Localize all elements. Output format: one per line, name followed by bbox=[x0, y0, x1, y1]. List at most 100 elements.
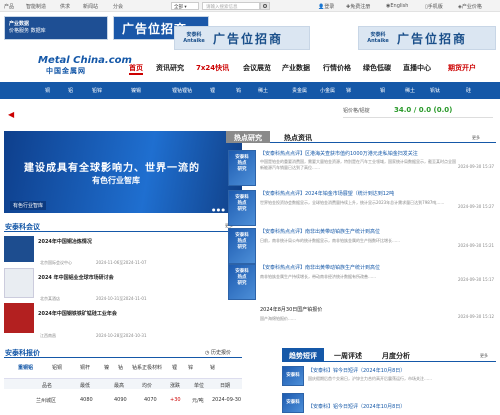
ad1-brand: 产业数据 bbox=[9, 21, 30, 27]
news-more-link[interactable]: 更多 bbox=[472, 135, 480, 141]
metal-subnav: 铜 铝 铅锌 镍锡 锂钴锂钴 锂 钨 稀土 贵金属 小金属 锑 钼 稀土 钒钛 … bbox=[0, 82, 500, 99]
ad-banner-3[interactable]: 安泰科 Antaike 广告位招商 bbox=[358, 26, 496, 50]
news-title[interactable]: 【安泰科热点点评】区港海关查获市值约1000万港元走私铂金扫发关注 bbox=[260, 150, 418, 157]
nav-live[interactable]: 直播中心 bbox=[403, 63, 431, 73]
news-desc: 世界铂金投资协会数据显示，全球铂金消费量持续上升，统计显示2023年总计需求量已… bbox=[260, 200, 445, 205]
banner-line1: 建设成具有全球影响力、世界一流的 bbox=[24, 163, 200, 174]
ad-banner-2[interactable]: 安泰科 Antaike 广告位招商 bbox=[174, 26, 310, 50]
meeting-thumb-1[interactable] bbox=[4, 236, 34, 262]
search-scope-select[interactable]: 全部 ▾ bbox=[171, 2, 199, 10]
search-input[interactable]: 请输入搜索信息 bbox=[202, 2, 260, 10]
search-icon bbox=[263, 4, 267, 8]
report-col-max: 最高 bbox=[114, 383, 125, 389]
meeting-title-3[interactable]: 2024年中国钢铁铁矿锰硅工业年会 bbox=[38, 310, 117, 317]
subnav-item[interactable]: 稀土 bbox=[258, 87, 268, 94]
tab-hot-research[interactable]: 热点研究 bbox=[226, 131, 270, 143]
subnav-item[interactable]: 锂 bbox=[210, 87, 215, 94]
subnav-item[interactable]: 钼 bbox=[380, 87, 385, 94]
subnav-item[interactable]: 锂钴锂钴 bbox=[172, 87, 192, 94]
subnav-item[interactable]: 锑 bbox=[346, 87, 351, 94]
tab-hot-news[interactable]: 热点资讯 bbox=[284, 133, 312, 143]
trend-title[interactable]: 【安泰科】铝今日短评（2024年10月8日） bbox=[308, 403, 405, 410]
tab-trend-short[interactable]: 趋势短评 bbox=[282, 348, 324, 362]
news-desc: 日前，南非统计局公布的统计数据显示，南非铂族金属的生产指数环比增长…… bbox=[260, 238, 400, 243]
trend-thumb[interactable]: 安泰科 bbox=[282, 393, 304, 413]
hero-banner[interactable]: 建设成具有全球影响力、世界一流的 有色行业智库 有色行业智库 ● ● ● bbox=[4, 131, 242, 213]
english-link[interactable]: ◉English bbox=[386, 3, 408, 9]
report-tab[interactable]: 锌 bbox=[188, 364, 193, 371]
meeting-date-2: 2024-10-31至2024-11-01 bbox=[96, 296, 147, 301]
report-col-avg: 均价 bbox=[142, 383, 153, 389]
meeting-title-1[interactable]: 2024年中国铜冶炼情况 bbox=[38, 238, 92, 245]
report-tab[interactable]: 锂 bbox=[172, 364, 177, 371]
news-date: 2024-09-30 15:17 bbox=[458, 277, 495, 282]
topbar-link-supply[interactable]: 供求 bbox=[60, 3, 70, 10]
report-col-change: 涨跌 bbox=[170, 383, 181, 389]
login-link[interactable]: 👤登录 bbox=[318, 3, 334, 10]
nav-futures[interactable]: 期货开户 bbox=[448, 63, 476, 73]
topbar-link-branch[interactable]: 分会 bbox=[113, 3, 123, 10]
news-title[interactable]: 2024年8月30日国产铂报价 bbox=[260, 306, 322, 313]
news-thumb[interactable]: 安泰科 热点 研究 bbox=[228, 190, 256, 226]
news-date: 2024-09-30 15:21 bbox=[458, 243, 495, 248]
report-tab[interactable]: 铜杆 bbox=[80, 364, 90, 371]
report-cell-date: 2024-09-30 bbox=[212, 397, 242, 403]
nav-prices[interactable]: 行情价格 bbox=[323, 63, 351, 73]
industry-price-link[interactable]: ◈产业价格 bbox=[458, 3, 482, 10]
subnav-item[interactable]: 稀土 bbox=[405, 87, 415, 94]
nav-flash[interactable]: 7x24快讯 bbox=[196, 63, 229, 73]
news-thumb[interactable]: 安泰科 热点 研究 bbox=[228, 150, 256, 186]
news-title[interactable]: 【安泰科热点点评】2024年铂金市场展望（统计到达到12吨 bbox=[260, 190, 394, 197]
news-desc: 中国是铂金的重要消费国，需要大量铂金资源，特别是在汽车工业领域，国家统计局数据显… bbox=[260, 159, 456, 170]
nav-research[interactable]: 资讯研究 bbox=[156, 63, 184, 73]
table-row[interactable]: 兰州城区 4080 4090 4070 +30 元/吨 2024-09-30 bbox=[4, 394, 242, 406]
report-col-date: 日期 bbox=[220, 383, 231, 389]
trend-more-link[interactable]: 更多 bbox=[480, 353, 488, 359]
subnav-item[interactable]: 铜 bbox=[45, 87, 50, 94]
subnav-item[interactable]: 镍锡 bbox=[131, 87, 141, 94]
subnav-item[interactable]: 硅 bbox=[466, 87, 471, 94]
topbar-link-products[interactable]: 产品 bbox=[4, 3, 14, 10]
history-report-link[interactable]: ◷ 历史报价 bbox=[205, 349, 231, 356]
news-thumb[interactable]: 安泰科 热点 研究 bbox=[228, 264, 256, 300]
search-button[interactable] bbox=[260, 2, 270, 10]
subnav-item[interactable]: 贵金属 bbox=[292, 87, 307, 94]
site-logo[interactable]: Metal China.com 中国金属网 bbox=[38, 55, 132, 76]
topbar-link-smart-manufacturing[interactable]: 智能制造 bbox=[26, 3, 46, 10]
news-title[interactable]: 【安泰科热点点评】南非出黄带动铂族生产统计到高位 bbox=[260, 264, 380, 271]
trend-title[interactable]: 【安泰科】锌今日短评（2024年10月8日） bbox=[308, 367, 405, 374]
banner-dots[interactable]: ● ● ● bbox=[212, 207, 225, 212]
subnav-item[interactable]: 铝 bbox=[68, 87, 73, 94]
report-tab[interactable]: 钴系正极材料 bbox=[132, 364, 162, 371]
report-tab[interactable]: 重铜铝 bbox=[18, 364, 33, 371]
topbar-link-news[interactable]: 新闻站 bbox=[83, 3, 98, 10]
report-tab[interactable]: 铝铜 bbox=[52, 364, 62, 371]
report-cell-change: +30 bbox=[170, 397, 181, 403]
nav-conference[interactable]: 会议展览 bbox=[243, 63, 271, 73]
ad-banner-data[interactable]: 产业数据 价格服务 数据库 bbox=[4, 16, 108, 40]
subnav-item[interactable]: 铅锌 bbox=[92, 87, 102, 94]
nav-green[interactable]: 绿色低碳 bbox=[363, 63, 391, 73]
news-thumb[interactable]: 安泰科 热点 研究 bbox=[228, 228, 256, 264]
subnav-item[interactable]: 钒钛 bbox=[430, 87, 440, 94]
nav-home[interactable]: 首页 bbox=[129, 63, 143, 75]
subnav-item[interactable]: 钨 bbox=[236, 87, 241, 94]
ad3-text: 广告位招商 bbox=[397, 31, 468, 46]
nav-industry-data[interactable]: 产业数据 bbox=[282, 63, 310, 73]
register-link[interactable]: ✚免费注册 bbox=[346, 3, 370, 10]
subnav-item[interactable]: 小金属 bbox=[320, 87, 335, 94]
meeting-thumb-2[interactable] bbox=[4, 268, 34, 298]
news-list: 安泰科 热点 研究 【安泰科热点点评】区港海关查获市值约1000万港元走私铂金扫发关… bbox=[226, 146, 496, 340]
news-title[interactable]: 【安泰科热点点评】南非出黄带动铂族生产统计到高位 bbox=[260, 228, 380, 235]
tab-weekly[interactable]: 一周评述 bbox=[334, 351, 362, 361]
report-tab[interactable]: 钴 bbox=[118, 364, 123, 371]
meeting-title-2[interactable]: 2024 年中国铝业全球市场研讨会 bbox=[38, 274, 114, 281]
mobile-link[interactable]: ▯手机版 bbox=[425, 3, 443, 10]
ad2-brand: 安泰科 Antaike bbox=[183, 32, 205, 44]
meeting-thumb-3[interactable] bbox=[4, 303, 34, 333]
report-col-unit: 单位 bbox=[194, 383, 205, 389]
report-tab[interactable]: 铋 bbox=[210, 364, 215, 371]
report-tab[interactable]: 镍 bbox=[104, 364, 109, 371]
tab-monthly[interactable]: 月度分析 bbox=[382, 351, 410, 361]
trend-thumb[interactable]: 安泰科 bbox=[282, 366, 304, 386]
